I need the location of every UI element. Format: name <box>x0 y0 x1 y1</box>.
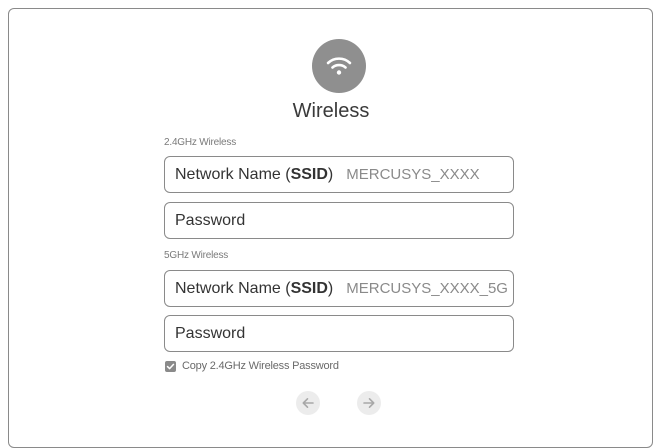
wifi-icon <box>312 39 366 93</box>
arrow-right-icon <box>363 398 375 408</box>
copy-password-checkbox[interactable] <box>165 360 176 372</box>
ssid-5ghz-field[interactable]: Network Name (SSID) MERCUSYS_XXXX_5G <box>164 270 514 307</box>
page-title: Wireless <box>292 100 370 122</box>
password-5ghz-label: Password <box>175 324 246 342</box>
ssid-24ghz-label: Network Name (SSID) <box>175 165 334 183</box>
checkmark-icon <box>166 363 175 369</box>
ssid-24ghz-field[interactable]: Network Name (SSID) MERCUSYS_XXXX <box>164 156 514 193</box>
password-5ghz-field[interactable]: Password <box>164 315 514 352</box>
copy-password-label: Copy 2.4GHz Wireless Password <box>182 360 339 372</box>
ssid-5ghz-label: Network Name (SSID) <box>175 279 334 297</box>
copy-password-option[interactable]: Copy 2.4GHz Wireless Password <box>165 360 339 372</box>
password-24ghz-label: Password <box>175 211 246 229</box>
arrow-left-icon <box>302 398 314 408</box>
section-label-5ghz: 5GHz Wireless <box>164 250 229 261</box>
back-button[interactable] <box>296 391 320 415</box>
section-label-24ghz: 2.4GHz Wireless <box>164 137 237 148</box>
password-24ghz-field[interactable]: Password <box>164 202 514 239</box>
next-button[interactable] <box>357 391 381 415</box>
ssid-24ghz-value: MERCUSYS_XXXX <box>346 166 480 183</box>
ssid-5ghz-value: MERCUSYS_XXXX_5G <box>346 280 508 297</box>
